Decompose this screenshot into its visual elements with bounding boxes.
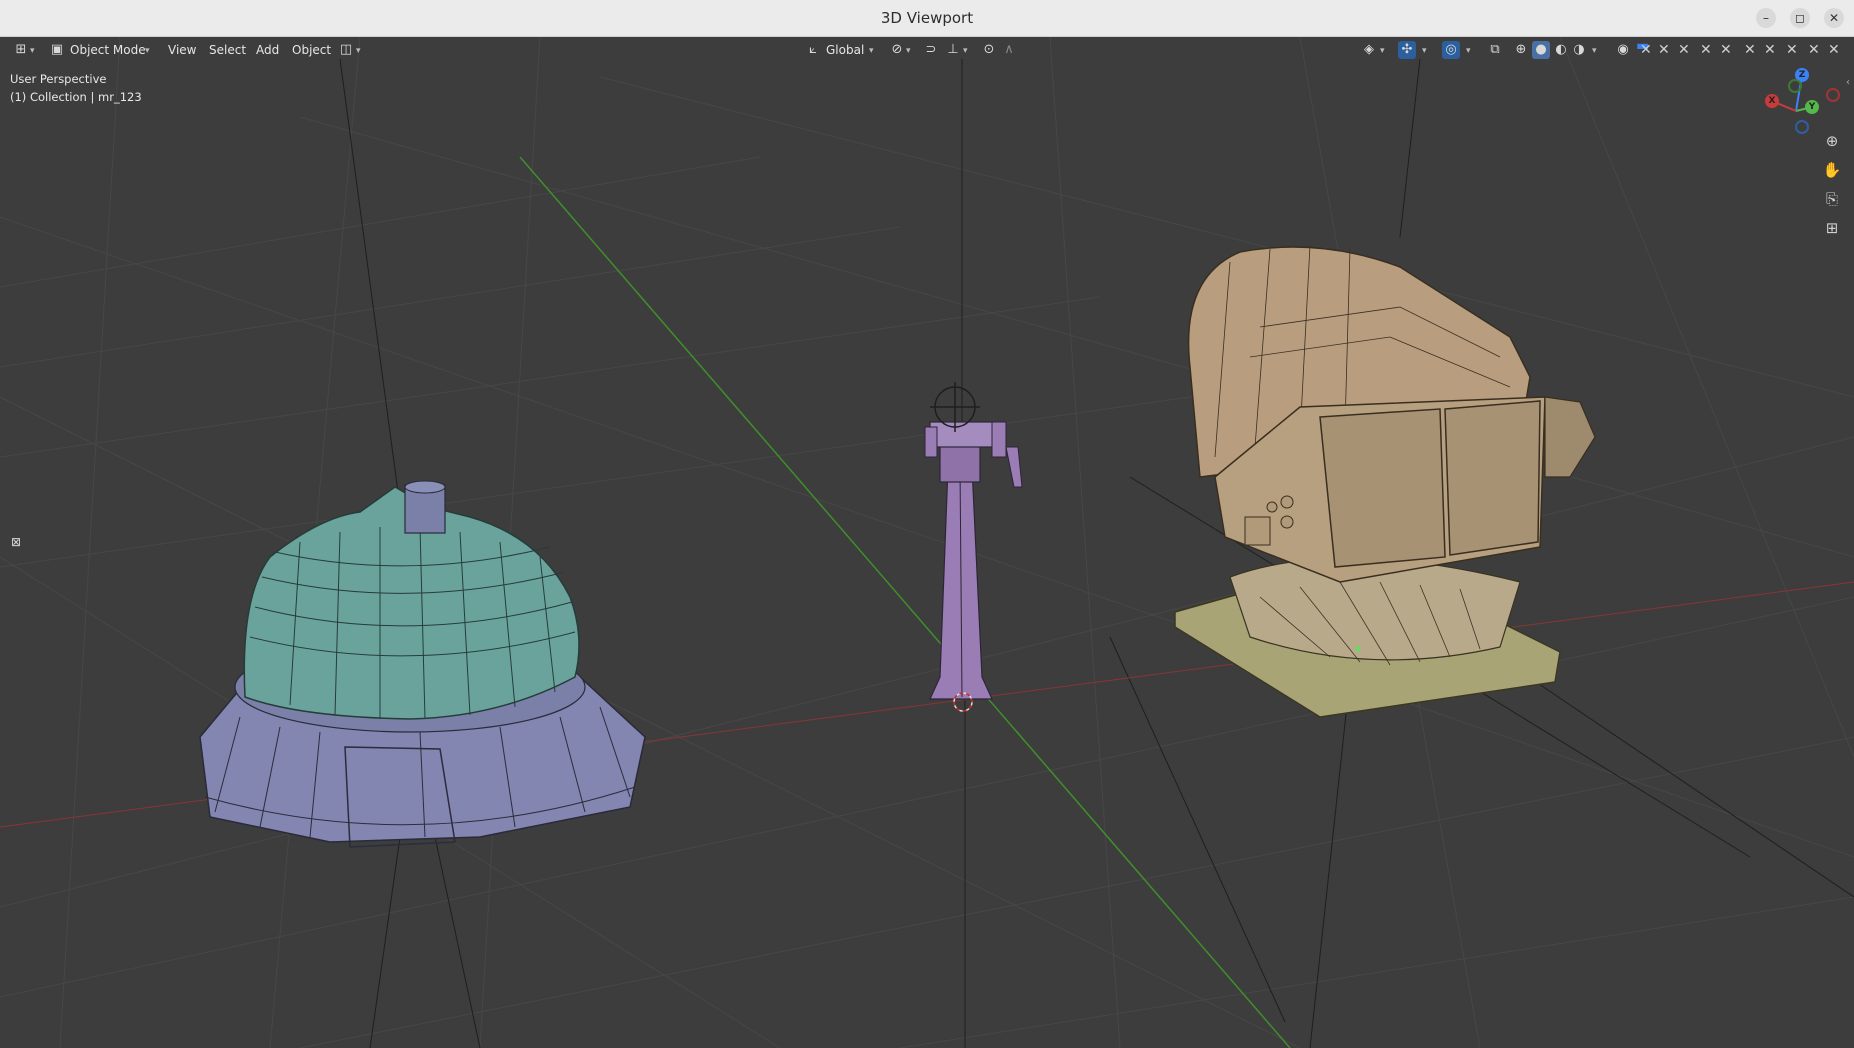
mast-object[interactable]: [924, 382, 1023, 712]
gizmo-y-axis[interactable]: Y: [1805, 100, 1819, 114]
searchlight-object[interactable]: [1174, 244, 1596, 718]
object-mode-chevron-icon[interactable]: ▾: [145, 41, 150, 61]
3d-viewport[interactable]: ⊞ ▾ ▣ Object Mode ▾ View Select Add Obje…: [0, 37, 1854, 1048]
floor-grid: [0, 37, 1854, 1048]
menu-add[interactable]: Add: [256, 40, 279, 60]
unlink-icon[interactable]: ✕: [1828, 43, 1840, 57]
orientation-chevron-icon[interactable]: ▾: [869, 41, 874, 61]
overlay-chevron-icon[interactable]: ▾: [1466, 41, 1471, 61]
gizmo-chevron-icon[interactable]: ▾: [1422, 41, 1427, 61]
visibility-chevron-icon[interactable]: ▾: [1380, 41, 1385, 61]
window-title: 3D Viewport: [880, 9, 974, 27]
shading-solid-icon[interactable]: ●: [1532, 41, 1550, 59]
unlink-icon[interactable]: ✕: [1786, 43, 1798, 57]
close-button[interactable]: ✕: [1824, 8, 1844, 28]
gizmo-neg-y[interactable]: [1788, 79, 1802, 93]
toolbar-toggle-icon[interactable]: ⊠: [8, 534, 24, 550]
unlink-icon[interactable]: ✕: [1658, 43, 1670, 57]
orientation-icon: ⟀: [809, 42, 817, 57]
snap-chevron-icon[interactable]: ▾: [963, 41, 968, 61]
unlink-icon[interactable]: ✕: [1764, 43, 1776, 57]
object-mode-icon: ▣: [50, 42, 64, 57]
eye-icon[interactable]: ◉: [1614, 41, 1632, 59]
shading-rendered-icon[interactable]: ◑: [1570, 41, 1588, 59]
editor-type-icon[interactable]: ⊞: [12, 41, 30, 59]
object-mode-dropdown[interactable]: Object Mode: [70, 40, 146, 60]
shading-material-icon[interactable]: ◐: [1552, 41, 1570, 59]
turret-object[interactable]: [199, 480, 646, 848]
maximize-button[interactable]: ◻: [1790, 8, 1810, 28]
gizmo-neg-z[interactable]: [1795, 120, 1809, 134]
unlink-icon[interactable]: ✕: [1720, 43, 1732, 57]
camera-view-icon[interactable]: ⎘: [1820, 187, 1844, 211]
editor-type-chevron-icon[interactable]: ▾: [30, 41, 35, 61]
scene-canvas[interactable]: [0, 37, 1854, 1048]
proportional-edit-icon[interactable]: ⊙: [980, 41, 998, 59]
gizmo-icon[interactable]: ✣: [1398, 41, 1416, 59]
gizmo-x-axis[interactable]: X: [1765, 94, 1779, 108]
y-axis-line: [519, 156, 1291, 1048]
zoom-icon[interactable]: ⊕: [1820, 129, 1844, 153]
window-titlebar: 3D Viewport – ◻ ✕: [0, 0, 1854, 37]
unlink-icon[interactable]: ✕: [1700, 43, 1712, 57]
sidebar-toggle-icon[interactable]: ‹: [1846, 77, 1850, 88]
pivot-chevron-icon[interactable]: ▾: [906, 41, 911, 61]
shading-wireframe-icon[interactable]: ⊕: [1512, 41, 1530, 59]
visibility-icon[interactable]: ◈: [1360, 41, 1378, 59]
overlay-icon[interactable]: ◎: [1442, 41, 1460, 59]
menu-view[interactable]: View: [168, 40, 196, 60]
transform-orientation-dropdown[interactable]: Global: [826, 40, 864, 60]
unlink-icon[interactable]: ✕: [1744, 43, 1756, 57]
object-origin-lines: [339, 58, 1854, 1048]
select-box-chevron-icon[interactable]: ▾: [356, 41, 361, 61]
perspective-grid-icon[interactable]: ⊞: [1820, 216, 1844, 240]
unlink-icon[interactable]: ✕: [1678, 43, 1690, 57]
view-name-label: User Perspective: [10, 72, 107, 86]
menu-select[interactable]: Select: [209, 40, 246, 60]
snap-target-icon[interactable]: ⊥: [944, 41, 962, 59]
minimize-button[interactable]: –: [1756, 8, 1776, 28]
gizmo-neg-x[interactable]: [1826, 88, 1840, 102]
collection-info-label: (1) Collection | mr_123: [10, 90, 142, 104]
pivot-icon[interactable]: ⊘: [888, 41, 906, 59]
falloff-icon[interactable]: ∧: [1000, 41, 1018, 59]
unlink-icon[interactable]: ✕: [1640, 43, 1652, 57]
pan-hand-icon[interactable]: ✋: [1820, 158, 1844, 182]
viewport-header: ⊞ ▾ ▣ Object Mode ▾ View Select Add Obje…: [0, 37, 1854, 63]
snap-icon[interactable]: ⊃: [922, 41, 940, 59]
xray-icon[interactable]: ⧉: [1486, 41, 1504, 59]
shading-chevron-icon[interactable]: ▾: [1592, 41, 1597, 61]
select-box-icon[interactable]: ◫: [337, 41, 355, 59]
menu-object[interactable]: Object: [292, 40, 331, 60]
unlink-icon[interactable]: ✕: [1808, 43, 1820, 57]
